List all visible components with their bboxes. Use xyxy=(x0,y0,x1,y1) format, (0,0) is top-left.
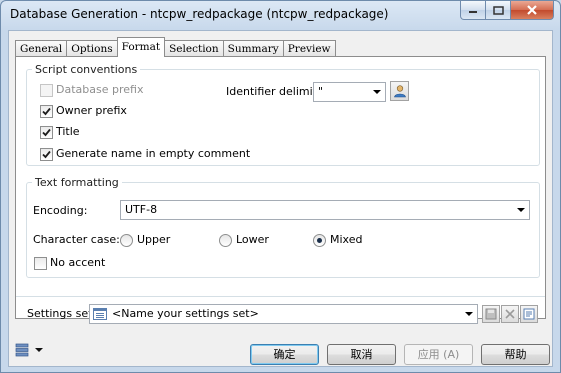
checkmark-icon xyxy=(42,107,51,116)
encoding-select[interactable]: UTF-8 xyxy=(120,200,530,220)
no-accent-label: No accent xyxy=(50,256,106,269)
minimize-icon xyxy=(469,11,477,13)
cancel-button[interactable]: 取消 xyxy=(327,344,396,365)
dialog-body: General Options Format Selection Summary… xyxy=(8,30,553,367)
generate-name-label: Generate name in empty comment xyxy=(56,147,251,160)
tab-summary[interactable]: Summary xyxy=(222,40,284,57)
window-title: Database Generation - ntcpw_redpackage (… xyxy=(10,7,389,21)
divider xyxy=(16,296,545,297)
maximize-icon xyxy=(492,5,504,15)
chevron-down-icon xyxy=(369,84,384,100)
delete-settings-button[interactable] xyxy=(501,305,519,323)
identifier-delimiter-value: " xyxy=(318,85,324,98)
window-controls xyxy=(460,1,554,21)
tab-selection[interactable]: Selection xyxy=(164,40,224,57)
tab-general[interactable]: General xyxy=(15,40,68,57)
apply-button[interactable]: 应用 (A) xyxy=(404,344,473,365)
chevron-down-icon xyxy=(513,202,528,218)
tab-options[interactable]: Options xyxy=(66,40,118,57)
checkmark-icon xyxy=(42,128,51,137)
case-upper-radio[interactable] xyxy=(120,234,133,247)
list-icon xyxy=(93,308,107,320)
title-bar[interactable]: Database Generation - ntcpw_redpackage (… xyxy=(1,1,560,29)
close-icon xyxy=(527,5,537,15)
dialog-window: Database Generation - ntcpw_redpackage (… xyxy=(0,0,561,373)
identifier-delimiter-select[interactable]: " xyxy=(313,82,386,102)
database-icon xyxy=(15,343,29,357)
generate-name-checkbox[interactable] xyxy=(40,148,53,161)
tab-format[interactable]: Format xyxy=(116,37,166,57)
save-settings-button[interactable] xyxy=(482,305,500,323)
owner-prefix-checkbox[interactable] xyxy=(40,105,53,118)
case-mixed-label: Mixed xyxy=(330,233,363,246)
generation-menu-button[interactable] xyxy=(14,340,48,360)
close-button[interactable] xyxy=(511,1,554,20)
encoding-value: UTF-8 xyxy=(125,203,158,216)
tab-preview[interactable]: Preview xyxy=(282,40,336,57)
no-accent-checkbox[interactable] xyxy=(34,257,47,270)
format-tab-page: Script conventions Database prefix Owner… xyxy=(15,56,546,324)
properties-icon xyxy=(523,308,535,320)
encoding-label: Encoding: xyxy=(33,204,88,217)
script-conventions-title: Script conventions xyxy=(35,63,138,76)
settings-properties-button[interactable] xyxy=(520,305,538,323)
chevron-down-icon xyxy=(35,348,43,352)
save-icon xyxy=(485,308,497,320)
case-mixed-radio[interactable] xyxy=(313,234,326,247)
database-prefix-checkbox[interactable] xyxy=(40,84,53,97)
title-checkbox[interactable] xyxy=(40,126,53,139)
owner-prefix-label: Owner prefix xyxy=(56,104,127,117)
tab-strip: General Options Format Selection Summary… xyxy=(15,37,336,57)
case-upper-label: Upper xyxy=(137,233,171,246)
title-label: Title xyxy=(56,125,80,138)
maximize-button[interactable] xyxy=(486,1,511,20)
delimiter-properties-button[interactable] xyxy=(390,81,409,101)
minimize-button[interactable] xyxy=(460,1,486,20)
case-lower-label: Lower xyxy=(236,233,269,246)
settings-set-label: Settings set: xyxy=(27,307,97,320)
case-lower-radio[interactable] xyxy=(219,234,232,247)
database-prefix-label: Database prefix xyxy=(56,83,144,96)
character-case-label: Character case: xyxy=(33,233,120,246)
user-icon xyxy=(393,85,406,98)
ok-button[interactable]: 确定 xyxy=(250,344,319,365)
settings-set-select[interactable]: <Name your settings set> xyxy=(89,304,478,324)
checkmark-icon xyxy=(42,150,51,159)
help-button[interactable]: 帮助 xyxy=(481,344,550,365)
delete-icon xyxy=(505,309,515,319)
settings-set-value: <Name your settings set> xyxy=(112,307,259,320)
chevron-down-icon xyxy=(461,306,476,322)
text-formatting-title: Text formatting xyxy=(35,176,119,189)
